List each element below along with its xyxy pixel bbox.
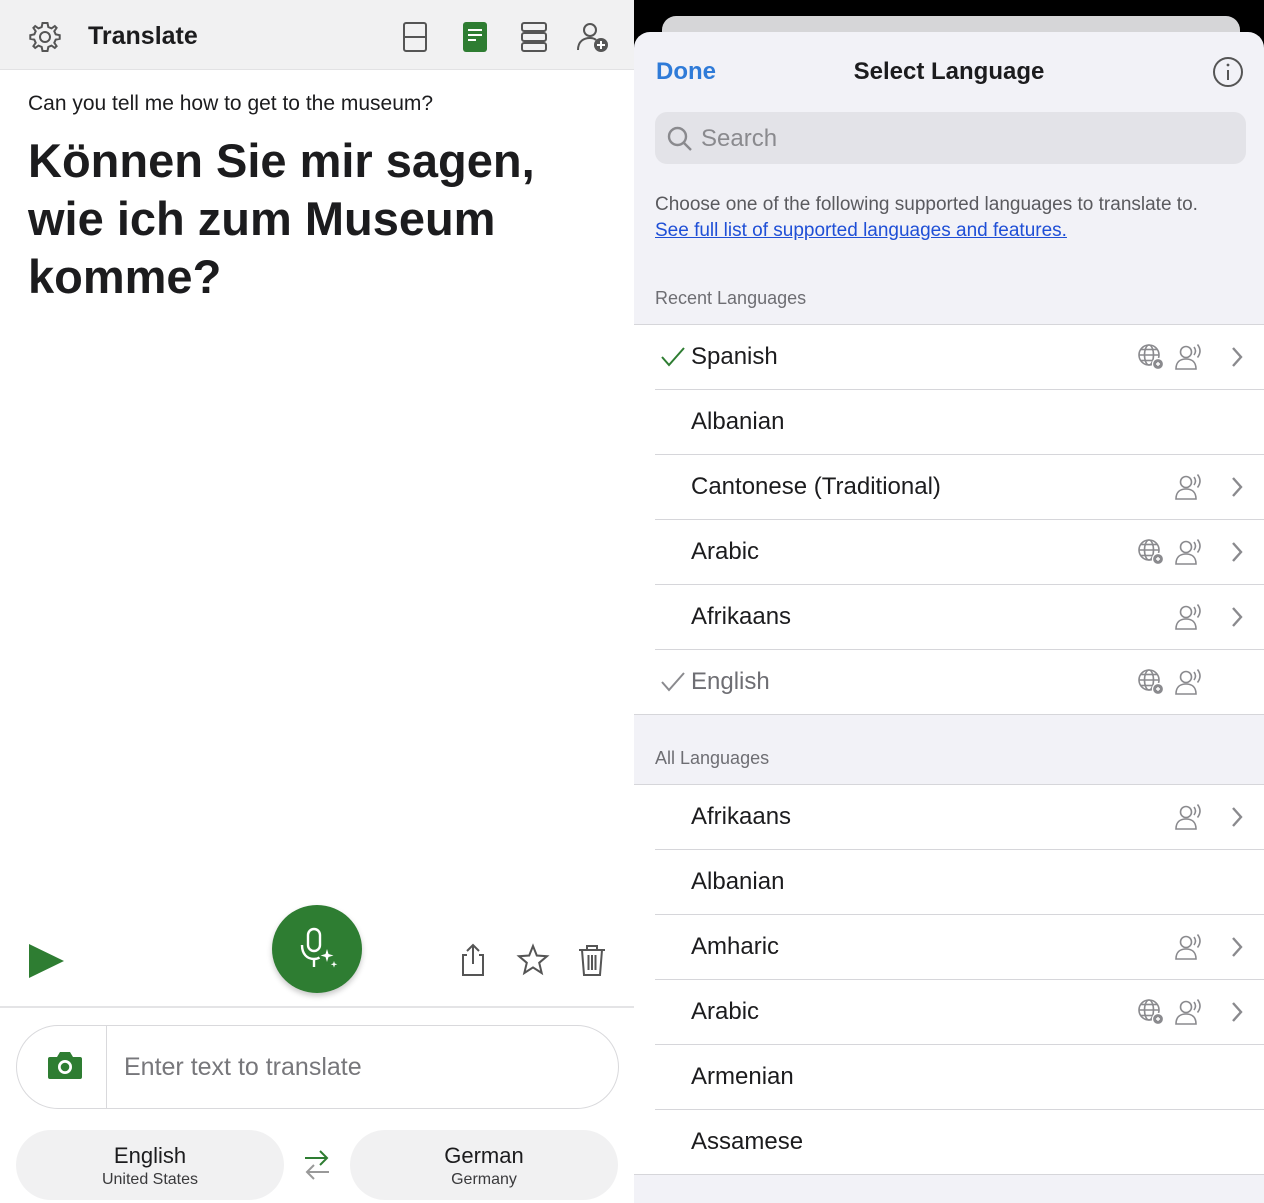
all-languages-header: All Languages xyxy=(655,748,770,768)
speech-icon xyxy=(1175,604,1201,630)
language-name: Albanian xyxy=(691,868,785,895)
sheet-title: Select Language xyxy=(853,58,1045,85)
chevron-right-icon[interactable] xyxy=(1230,936,1244,958)
split-view-icon[interactable] xyxy=(399,20,431,54)
chevron-right-icon[interactable] xyxy=(1230,806,1244,828)
list-view-icon[interactable] xyxy=(518,20,550,54)
language-row[interactable]: Albanian xyxy=(634,850,1264,915)
source-text: Can you tell me how to get to the museum… xyxy=(28,92,434,115)
add-person-icon[interactable] xyxy=(576,20,610,54)
speech-icon xyxy=(1175,539,1201,565)
play-icon[interactable] xyxy=(28,943,66,979)
translation-text: Können Sie mir sagen, wie ich zum Museum… xyxy=(28,134,535,303)
trash-icon[interactable] xyxy=(575,942,609,978)
speech-icon xyxy=(1175,669,1201,695)
language-row[interactable]: Afrikaans xyxy=(634,785,1264,850)
select-language-sheet: Select Language Done Search Choose one o… xyxy=(634,32,1264,1203)
source-language-region: United States xyxy=(101,1171,199,1188)
language-picker-panel: Select Language Done Search Choose one o… xyxy=(634,0,1264,1203)
language-row[interactable]: Albanian xyxy=(634,390,1264,455)
translator-panel: Translate Can you tell me how to get to … xyxy=(0,0,634,1203)
speech-icon xyxy=(1175,999,1201,1025)
search-placeholder: Search xyxy=(701,125,778,152)
speech-icon xyxy=(1175,804,1201,830)
language-name: Albanian xyxy=(691,408,785,435)
speech-icon xyxy=(1175,344,1201,370)
mic-sparkle-icon xyxy=(300,927,338,968)
top-toolbar: Translate xyxy=(0,0,634,70)
target-language-button[interactable]: German Germany xyxy=(350,1130,618,1200)
language-row[interactable]: Arabic xyxy=(634,980,1264,1045)
checkmark-icon xyxy=(661,347,685,367)
offline-globe-icon xyxy=(1138,999,1165,1026)
chevron-right-icon[interactable] xyxy=(1230,346,1244,368)
row-separator xyxy=(634,1174,1264,1175)
recent-languages-header: Recent Languages xyxy=(655,288,807,308)
all-languages-list: Afrikaans Albanian Amharic Arabic Armenian As… xyxy=(634,784,1264,1175)
language-name: Arabic xyxy=(691,538,760,565)
speech-icon xyxy=(1175,474,1201,500)
language-name: Arabic xyxy=(691,998,760,1025)
language-name: Cantonese (Traditional) xyxy=(691,473,941,500)
star-icon[interactable] xyxy=(516,942,550,978)
app-title: Translate xyxy=(88,22,198,50)
camera-button[interactable] xyxy=(17,1026,107,1108)
info-icon[interactable] xyxy=(1212,56,1244,88)
language-row[interactable]: Arabic xyxy=(634,520,1264,585)
language-name: Armenian xyxy=(691,1063,794,1090)
language-row[interactable]: Spanish xyxy=(634,325,1264,390)
language-name: Spanish xyxy=(691,343,778,370)
single-view-icon[interactable] xyxy=(459,20,491,54)
language-row[interactable]: Assamese xyxy=(634,1110,1264,1175)
language-row[interactable]: Armenian xyxy=(634,1045,1264,1110)
microphone-button[interactable] xyxy=(272,905,362,993)
offline-globe-icon xyxy=(1138,539,1165,566)
language-row[interactable]: English xyxy=(634,650,1264,715)
row-separator xyxy=(634,714,1264,715)
recent-languages-list: Spanish Albanian Cantonese (Traditional) Ar… xyxy=(634,324,1264,715)
share-icon[interactable] xyxy=(456,942,490,978)
settings-icon[interactable] xyxy=(28,20,62,54)
language-row[interactable]: Amharic xyxy=(634,915,1264,980)
offline-globe-icon xyxy=(1138,344,1165,371)
language-name: Amharic xyxy=(691,933,780,960)
chevron-right-icon[interactable] xyxy=(1230,476,1244,498)
chevron-right-icon[interactable] xyxy=(1230,606,1244,628)
chevron-right-icon[interactable] xyxy=(1230,541,1244,563)
source-language-name: English xyxy=(113,1143,187,1168)
chevron-right-icon[interactable] xyxy=(1230,1001,1244,1023)
offline-globe-icon xyxy=(1138,669,1165,696)
source-language-button[interactable]: English United States xyxy=(16,1130,284,1200)
text-input[interactable]: Enter text to translate xyxy=(16,1025,619,1109)
swap-icon[interactable] xyxy=(302,1148,332,1182)
target-language-name: German xyxy=(444,1143,524,1168)
input-placeholder: Enter text to translate xyxy=(124,1053,362,1081)
language-name: English xyxy=(691,668,770,695)
language-row[interactable]: Afrikaans xyxy=(634,585,1264,650)
description-text: Choose one of the following supported la… xyxy=(655,194,1198,215)
description: Choose one of the following supported la… xyxy=(655,192,1255,244)
language-name: Afrikaans xyxy=(691,603,792,630)
target-language-region: Germany xyxy=(451,1171,517,1188)
done-button[interactable]: Done xyxy=(656,58,716,86)
search-icon xyxy=(667,126,692,151)
supported-languages-link[interactable]: See full list of supported languages and… xyxy=(655,218,1255,244)
camera-icon xyxy=(48,1052,82,1079)
divider xyxy=(0,1006,634,1008)
checkmark-icon xyxy=(661,672,685,692)
language-name: Afrikaans xyxy=(691,803,792,830)
speech-icon xyxy=(1175,934,1201,960)
language-row[interactable]: Cantonese (Traditional) xyxy=(634,455,1264,520)
search-field[interactable]: Search xyxy=(655,112,1246,164)
language-name: Assamese xyxy=(691,1128,804,1155)
